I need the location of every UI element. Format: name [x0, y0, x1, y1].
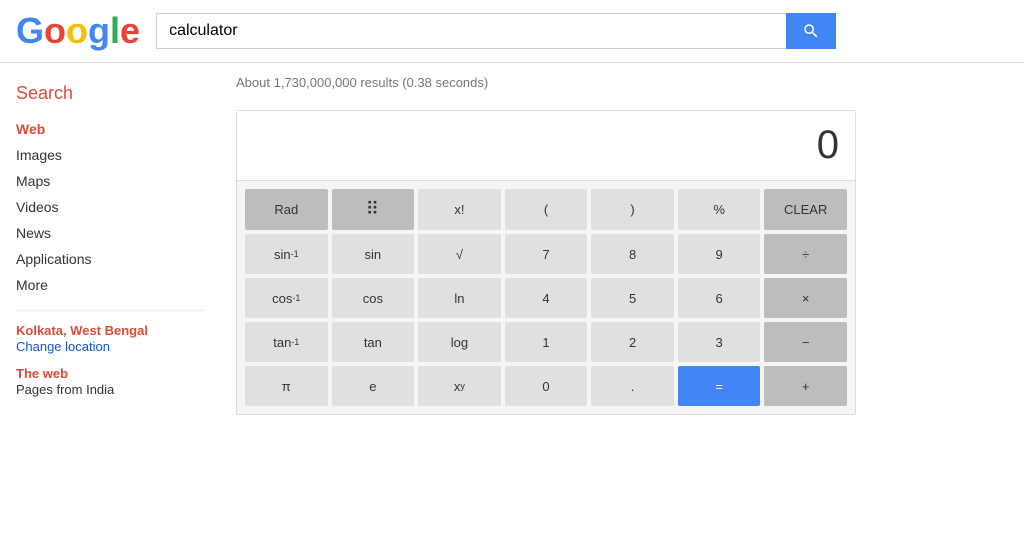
calc-btn-arccos[interactable]: cos-1: [245, 278, 328, 318]
calc-btn-sin[interactable]: sin: [332, 234, 415, 274]
google-logo[interactable]: Google: [16, 10, 140, 52]
calc-btn-1[interactable]: 1: [505, 322, 588, 362]
calc-btn-multiply[interactable]: ×: [764, 278, 847, 318]
sidebar-section-title: Search: [16, 83, 204, 104]
main-content: Search Web Images Maps Videos News Appli…: [0, 63, 1024, 427]
location-section: Kolkata, West Bengal Change location: [16, 323, 204, 354]
calc-btn-power[interactable]: xy: [418, 366, 501, 406]
calc-btn-close-paren[interactable]: ): [591, 189, 674, 230]
calc-btn-divide[interactable]: ÷: [764, 234, 847, 274]
sidebar-item-more[interactable]: More: [16, 272, 204, 298]
calc-btn-0[interactable]: 0: [505, 366, 588, 406]
sidebar-item-images[interactable]: Images: [16, 142, 204, 168]
calc-btn-arcsin[interactable]: sin-1: [245, 234, 328, 274]
results-info: About 1,730,000,000 results (0.38 second…: [236, 75, 1008, 90]
calc-btn-factorial[interactable]: x!: [418, 189, 501, 230]
sidebar-item-videos[interactable]: Videos: [16, 194, 204, 220]
web-title: The web: [16, 366, 204, 381]
calc-btn-sqrt[interactable]: √: [418, 234, 501, 274]
calc-btn-equals[interactable]: =: [678, 366, 761, 406]
calc-btn-3[interactable]: 3: [678, 322, 761, 362]
sidebar-item-maps[interactable]: Maps: [16, 168, 204, 194]
header: Google calculator: [0, 0, 1024, 63]
calc-btn-e[interactable]: e: [332, 366, 415, 406]
calc-btn-6[interactable]: 6: [678, 278, 761, 318]
calc-btn-percent[interactable]: %: [678, 189, 761, 230]
calc-btn-9[interactable]: 9: [678, 234, 761, 274]
calc-btn-5[interactable]: 5: [591, 278, 674, 318]
calc-btn-4[interactable]: 4: [505, 278, 588, 318]
search-input[interactable]: calculator: [156, 13, 786, 49]
sidebar: Search Web Images Maps Videos News Appli…: [0, 75, 220, 415]
calculator-buttons: Rad ⠿ x! ( ) % CLEAR sin-1 sin √ 7 8 9 ÷…: [237, 181, 855, 414]
calc-btn-tan[interactable]: tan: [332, 322, 415, 362]
calc-btn-subtract[interactable]: −: [764, 322, 847, 362]
sidebar-item-web[interactable]: Web: [16, 116, 204, 142]
calc-btn-pi[interactable]: π: [245, 366, 328, 406]
change-location-link[interactable]: Change location: [16, 339, 110, 354]
search-bar: calculator: [156, 13, 836, 49]
search-icon: [802, 22, 820, 40]
calc-btn-cos[interactable]: cos: [332, 278, 415, 318]
calc-btn-7[interactable]: 7: [505, 234, 588, 274]
content-area: About 1,730,000,000 results (0.38 second…: [220, 75, 1024, 415]
calc-btn-rad[interactable]: Rad: [245, 189, 328, 230]
calculator-widget: 0 Rad ⠿ x! ( ) % CLEAR sin-1 sin √ 7 8 9…: [236, 110, 856, 415]
pages-from-label: Pages from India: [16, 382, 114, 397]
sidebar-item-applications[interactable]: Applications: [16, 246, 204, 272]
logo-text: Google: [16, 10, 140, 51]
search-button[interactable]: [786, 13, 836, 49]
calc-btn-grid[interactable]: ⠿: [332, 189, 415, 230]
calculator-display: 0: [237, 111, 855, 181]
calc-btn-add[interactable]: +: [764, 366, 847, 406]
calc-btn-8[interactable]: 8: [591, 234, 674, 274]
sidebar-divider: [16, 310, 204, 311]
calc-btn-open-paren[interactable]: (: [505, 189, 588, 230]
calc-btn-decimal[interactable]: .: [591, 366, 674, 406]
location-title: Kolkata, West Bengal: [16, 323, 204, 338]
calc-btn-clear[interactable]: CLEAR: [764, 189, 847, 230]
calc-btn-log[interactable]: log: [418, 322, 501, 362]
calc-btn-2[interactable]: 2: [591, 322, 674, 362]
sidebar-item-news[interactable]: News: [16, 220, 204, 246]
web-filter-section: The web Pages from India: [16, 366, 204, 397]
calc-btn-arctan[interactable]: tan-1: [245, 322, 328, 362]
calc-btn-ln[interactable]: ln: [418, 278, 501, 318]
display-value: 0: [817, 123, 839, 168]
